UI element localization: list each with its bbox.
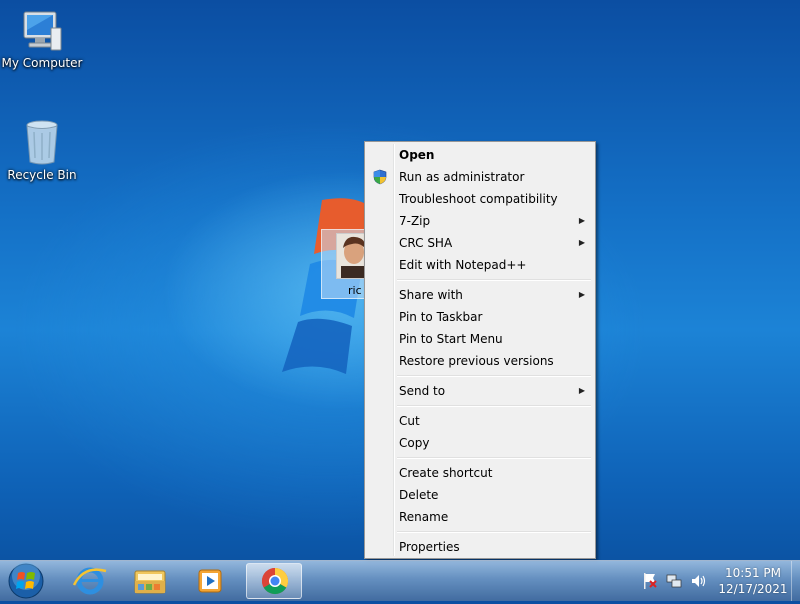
taskbar-chrome[interactable] bbox=[246, 563, 302, 599]
menu-item-label: Open bbox=[399, 148, 435, 162]
menu-separator bbox=[397, 531, 591, 533]
taskbar-media-player[interactable] bbox=[182, 563, 238, 599]
desktop-icon-recycle-bin[interactable]: Recycle Bin bbox=[0, 118, 84, 182]
menu-item-open[interactable]: Open bbox=[367, 144, 593, 166]
desktop-icon-my-computer[interactable]: My Computer bbox=[0, 8, 84, 70]
menu-item-label: Rename bbox=[399, 510, 449, 524]
menu-separator bbox=[397, 405, 591, 407]
menu-item-label: Share with bbox=[399, 288, 463, 302]
clock-date: 12/17/2021 bbox=[718, 582, 788, 596]
menu-item-crc-sha[interactable]: CRC SHA ▶ bbox=[367, 232, 593, 254]
start-button[interactable] bbox=[4, 562, 48, 600]
menu-item-label: Cut bbox=[399, 414, 420, 428]
submenu-arrow-icon: ▶ bbox=[578, 216, 585, 225]
computer-icon bbox=[23, 11, 62, 51]
menu-item-label: Edit with Notepad++ bbox=[399, 258, 527, 272]
menu-item-edit-with-notepadpp[interactable]: Edit with Notepad++ bbox=[367, 254, 593, 276]
menu-item-label: Pin to Start Menu bbox=[399, 332, 503, 346]
menu-item-restore-previous-versions[interactable]: Restore previous versions bbox=[367, 350, 593, 372]
show-desktop-button[interactable] bbox=[791, 561, 800, 601]
menu-item-pin-to-start-menu[interactable]: Pin to Start Menu bbox=[367, 328, 593, 350]
menu-separator bbox=[397, 279, 591, 281]
recycle-bin-icon bbox=[26, 120, 58, 165]
taskbar-internet-explorer[interactable] bbox=[62, 563, 118, 599]
menu-item-run-as-administrator[interactable]: Run as administrator bbox=[367, 166, 593, 188]
uac-shield-icon bbox=[373, 169, 387, 185]
menu-item-rename[interactable]: Rename bbox=[367, 506, 593, 528]
windows-start-orb-icon bbox=[8, 562, 44, 599]
menu-item-label: Restore previous versions bbox=[399, 354, 554, 368]
menu-item-label: CRC SHA bbox=[399, 236, 453, 250]
menu-item-label: Delete bbox=[399, 488, 439, 502]
desktop-icon-label: My Computer bbox=[1, 56, 83, 70]
menu-item-copy[interactable]: Copy bbox=[367, 432, 593, 454]
menu-item-pin-to-taskbar[interactable]: Pin to Taskbar bbox=[367, 306, 593, 328]
file-label: ric bbox=[348, 284, 362, 297]
menu-item-send-to[interactable]: Send to ▶ bbox=[367, 380, 593, 402]
menu-item-share-with[interactable]: Share with ▶ bbox=[367, 284, 593, 306]
folder-library-icon bbox=[134, 570, 166, 594]
menu-item-label: Send to bbox=[399, 384, 446, 398]
chrome-icon bbox=[261, 567, 289, 595]
volume-icon[interactable] bbox=[690, 572, 706, 590]
action-center-flag-icon[interactable] bbox=[642, 572, 658, 590]
menu-item-label: Copy bbox=[399, 436, 430, 450]
clock-time: 10:51 PM bbox=[725, 566, 781, 580]
internet-explorer-icon bbox=[72, 567, 107, 595]
menu-separator bbox=[397, 375, 591, 377]
menu-item-label: Create shortcut bbox=[399, 466, 493, 480]
menu-item-7zip[interactable]: 7-Zip ▶ bbox=[367, 210, 593, 232]
submenu-arrow-icon: ▶ bbox=[578, 386, 585, 395]
system-tray bbox=[640, 571, 710, 591]
media-player-icon bbox=[198, 569, 222, 593]
menu-item-properties[interactable]: Properties bbox=[367, 536, 593, 558]
clock[interactable]: 10:51 PM 12/17/2021 bbox=[714, 565, 792, 597]
network-icon[interactable] bbox=[666, 572, 682, 590]
context-menu: Open Run as administrator Troubleshoot c… bbox=[364, 141, 596, 559]
menu-item-label: Properties bbox=[399, 540, 460, 554]
submenu-arrow-icon: ▶ bbox=[578, 238, 585, 247]
taskbar-windows-explorer[interactable] bbox=[122, 563, 178, 599]
menu-item-label: Troubleshoot compatibility bbox=[399, 192, 558, 206]
desktop-icon-label: Recycle Bin bbox=[7, 168, 77, 182]
menu-item-troubleshoot-compatibility[interactable]: Troubleshoot compatibility bbox=[367, 188, 593, 210]
menu-item-cut[interactable]: Cut bbox=[367, 410, 593, 432]
menu-item-create-shortcut[interactable]: Create shortcut bbox=[367, 462, 593, 484]
menu-item-label: Run as administrator bbox=[399, 170, 525, 184]
menu-item-label: Pin to Taskbar bbox=[399, 310, 483, 324]
menu-item-label: 7-Zip bbox=[399, 214, 431, 228]
menu-separator bbox=[397, 457, 591, 459]
menu-item-delete[interactable]: Delete bbox=[367, 484, 593, 506]
taskbar: 10:51 PM 12/17/2021 bbox=[0, 560, 800, 601]
submenu-arrow-icon: ▶ bbox=[578, 290, 585, 299]
